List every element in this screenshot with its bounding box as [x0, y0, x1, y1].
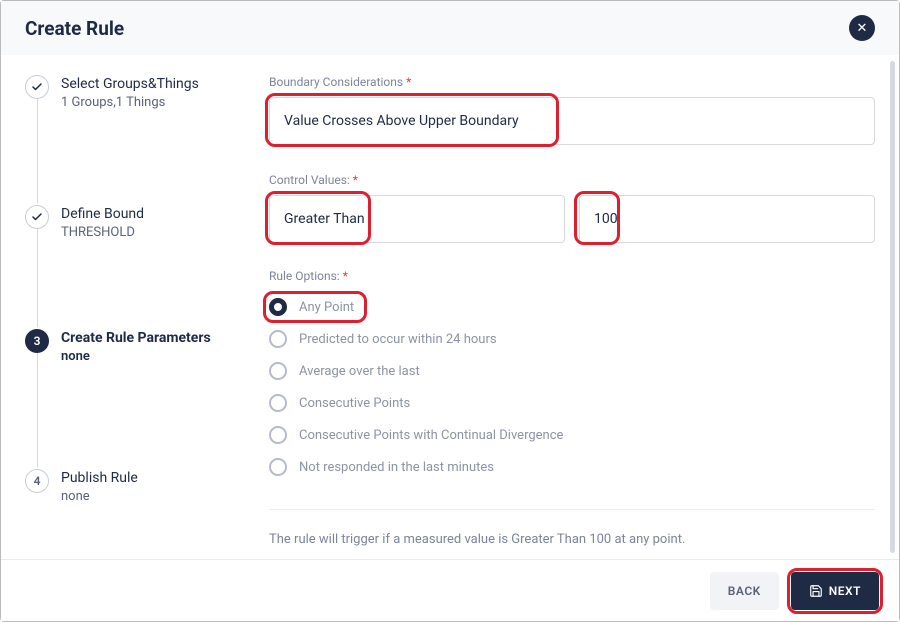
step-title: Create Rule Parameters [61, 329, 245, 347]
radio-label: Not responded in the last minutes [299, 460, 494, 475]
step-marker-future: 4 [25, 469, 49, 493]
radio-label: Any Point [299, 300, 354, 315]
radio-icon [269, 426, 287, 444]
wizard-stepper: Select Groups&Things 1 Groups,1 Things D… [25, 75, 245, 559]
boundary-value-text: Value Crosses Above Upper Boundary [284, 113, 519, 129]
check-icon [31, 211, 43, 223]
radio-label: Average over the last [299, 364, 420, 379]
step-subtitle: 1 Groups,1 Things [61, 95, 245, 110]
scrollbar[interactable] [890, 61, 895, 553]
save-icon [809, 584, 823, 598]
step-rule-parameters[interactable]: 3 Create Rule Parameters none [25, 329, 245, 469]
radio-not-responded[interactable]: Not responded in the last minutes [269, 451, 875, 483]
step-title: Select Groups&Things [61, 75, 245, 93]
radio-icon [269, 330, 287, 348]
control-value-input[interactable]: 100 [579, 195, 875, 243]
control-label: Control Values:* [269, 173, 875, 187]
step-marker-active: 3 [25, 329, 49, 353]
radio-icon [269, 394, 287, 412]
radio-average[interactable]: Average over the last [269, 355, 875, 387]
control-operator-text: Greater Than [284, 211, 365, 227]
step-subtitle: none [61, 349, 245, 364]
form-area: Boundary Considerations* Value Crosses A… [245, 75, 875, 559]
next-label: NEXT [829, 584, 861, 598]
back-button[interactable]: BACK [710, 572, 779, 610]
back-label: BACK [728, 584, 761, 598]
next-button[interactable]: NEXT [791, 572, 879, 610]
radio-predicted[interactable]: Predicted to occur within 24 hours [269, 323, 875, 355]
radio-icon [269, 362, 287, 380]
step-marker-done [25, 205, 49, 229]
step-select-groups[interactable]: Select Groups&Things 1 Groups,1 Things [25, 75, 245, 205]
radio-label: Predicted to occur within 24 hours [299, 332, 497, 347]
step-title: Publish Rule [61, 469, 245, 487]
check-icon [31, 81, 43, 93]
step-title: Define Bound [61, 205, 245, 223]
step-subtitle: THRESHOLD [61, 225, 245, 240]
radio-label: Consecutive Points [299, 396, 410, 411]
radio-label: Consecutive Points with Continual Diverg… [299, 428, 563, 443]
close-icon: ✕ [857, 21, 868, 36]
radio-consecutive-divergence[interactable]: Consecutive Points with Continual Diverg… [269, 419, 875, 451]
rule-options-label: Rule Options:* [269, 269, 875, 283]
page-title: Create Rule [25, 17, 124, 40]
control-value-text: 100 [594, 211, 618, 227]
control-operator-select[interactable]: Greater Than [269, 195, 565, 243]
close-button[interactable]: ✕ [849, 15, 875, 41]
radio-consecutive[interactable]: Consecutive Points [269, 387, 875, 419]
rule-hint: The rule will trigger if a measured valu… [269, 509, 875, 547]
boundary-label: Boundary Considerations* [269, 75, 875, 89]
step-subtitle: none [61, 489, 245, 504]
radio-icon [269, 458, 287, 476]
step-define-bound[interactable]: Define Bound THRESHOLD [25, 205, 245, 329]
radio-icon [269, 298, 287, 316]
step-publish-rule[interactable]: 4 Publish Rule none [25, 469, 245, 504]
step-marker-done [25, 75, 49, 99]
radio-any-point[interactable]: Any Point [269, 291, 875, 323]
boundary-select[interactable]: Value Crosses Above Upper Boundary [269, 97, 875, 145]
